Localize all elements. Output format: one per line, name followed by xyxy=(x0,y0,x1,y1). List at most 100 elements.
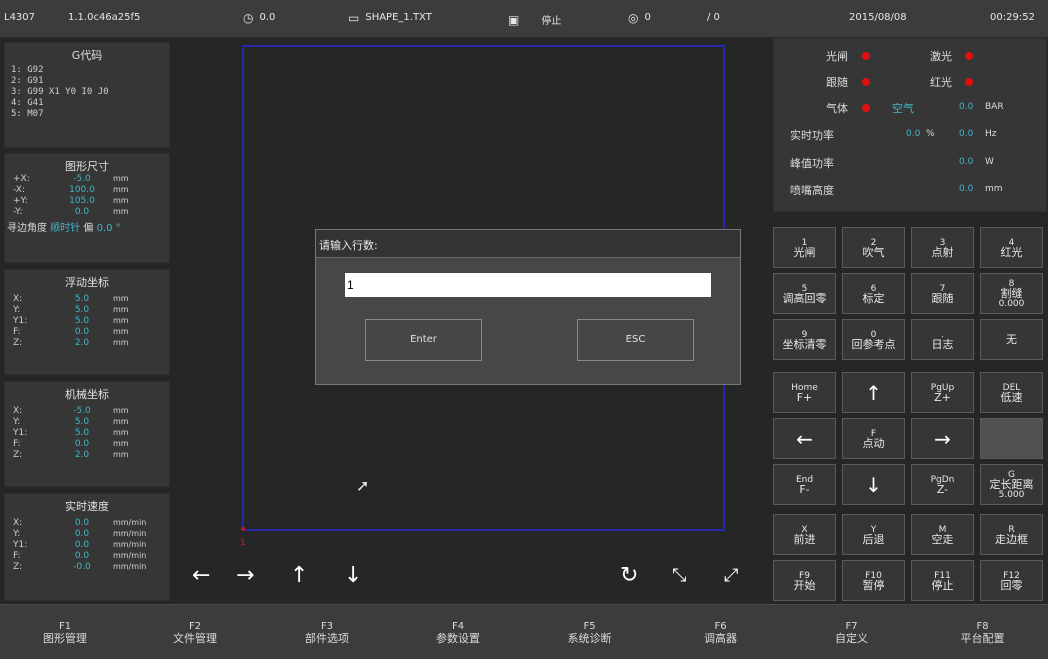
unit-label: mm xyxy=(113,316,129,325)
function-key-f1[interactable]: F1 图形管理 xyxy=(0,605,130,659)
esc-button[interactable]: ESC xyxy=(577,319,694,361)
peak-power-label: 峰值功率 xyxy=(790,157,834,170)
keypad-key[interactable]: 0 回参考点 xyxy=(842,319,905,360)
keypad-key[interactable]: 3 点射 xyxy=(911,227,974,268)
version-label: 1.1.0c46a25f5 xyxy=(68,12,141,23)
axis-value: 5.0 xyxy=(74,417,90,427)
follow-led xyxy=(862,78,870,86)
shutter-led xyxy=(862,52,870,60)
keypad-key[interactable]: 1 光闸 xyxy=(773,227,836,268)
keypad-key[interactable]: 6 标定 xyxy=(842,273,905,314)
keypad-key[interactable]: PgDn Z- xyxy=(911,464,974,505)
arrow-key[interactable]: ← xyxy=(773,418,836,459)
unit-label: mm xyxy=(113,294,129,303)
keypad-key[interactable]: . 日志 xyxy=(911,319,974,360)
keypad-key[interactable]: R 走边框 xyxy=(980,514,1043,555)
function-key-number: F4 xyxy=(451,620,465,632)
keypad-key[interactable]: Y 后退 xyxy=(842,514,905,555)
function-key-f6[interactable]: F6 调高器 xyxy=(655,605,786,659)
arrow-key[interactable]: → xyxy=(911,418,974,459)
key-label: F- xyxy=(799,482,810,496)
edge-angle-label: 寻边角度 xyxy=(7,223,47,234)
axis-label: X: xyxy=(13,294,23,304)
axis-value: 5.0 xyxy=(74,305,90,315)
axis-label: F: xyxy=(13,327,21,337)
axis-value: 0.0 xyxy=(74,540,90,550)
unit-label: mm xyxy=(113,185,129,194)
nozzle-height-unit: mm xyxy=(985,184,1003,194)
function-key-f2[interactable]: F2 文件管理 xyxy=(130,605,260,659)
axis-value: 2.0 xyxy=(74,338,90,348)
keypad-key[interactable]: G 定长距离 5.000 xyxy=(980,464,1043,505)
axis-label: Y: xyxy=(13,417,21,427)
unit-label: mm xyxy=(113,327,129,336)
keypad-key[interactable]: 无 xyxy=(980,319,1043,360)
keypad-key[interactable]: F12 回零 xyxy=(980,560,1043,601)
coord-row: Y1: 5.0 mm xyxy=(5,316,169,327)
keypad-key[interactable]: 7 跟随 xyxy=(911,273,974,314)
axis-label: Y1: xyxy=(13,316,28,326)
laser-label: 激光 xyxy=(930,50,952,63)
keypad-key[interactable]: F10 暂停 xyxy=(842,560,905,601)
keypad-key[interactable]: 5 调高回零 xyxy=(773,273,836,314)
coord-row: F: 0.0 mm/min xyxy=(5,551,169,562)
pan-right-button[interactable]: → xyxy=(236,565,254,587)
arrow-key[interactable]: ↓ xyxy=(842,464,905,505)
function-key-f7[interactable]: F7 自定义 xyxy=(786,605,917,659)
key-label: 坐标清零 xyxy=(782,337,827,351)
key-label: Z- xyxy=(936,482,949,496)
axis-label: F: xyxy=(13,439,21,449)
keypad-key[interactable]: X 前进 xyxy=(773,514,836,555)
function-key-f8[interactable]: F8 平台配置 xyxy=(917,605,1048,659)
keypad-key[interactable]: End F- xyxy=(773,464,836,505)
zoom-in-button[interactable]: ⤢ xyxy=(724,565,738,587)
keypad-key[interactable]: F11 停止 xyxy=(911,560,974,601)
keypad-key[interactable]: F 点动 xyxy=(842,418,905,459)
pan-up-button[interactable]: ↑ xyxy=(290,565,308,587)
keypad-key[interactable]: PgUp Z+ xyxy=(911,372,974,413)
keypad-key[interactable]: F9 开始 xyxy=(773,560,836,601)
keypad-key[interactable]: 2 吹气 xyxy=(842,227,905,268)
axis-label: Y: xyxy=(13,305,21,315)
axis-label: -X: xyxy=(13,185,25,195)
pan-left-button[interactable]: ← xyxy=(192,565,210,587)
keypad-key[interactable]: Home F+ xyxy=(773,372,836,413)
nozzle-height-label: 喷嘴高度 xyxy=(790,184,834,197)
enter-button[interactable]: Enter xyxy=(365,319,482,361)
pan-down-button[interactable]: ↓ xyxy=(344,565,362,587)
key-label: 调高回零 xyxy=(782,291,827,305)
axis-label: +X: xyxy=(13,174,30,184)
key-label: Z+ xyxy=(934,390,951,404)
key-label: 空走 xyxy=(931,532,954,546)
function-key-f4[interactable]: F4 参数设置 xyxy=(393,605,523,659)
gas-led xyxy=(862,104,870,112)
unit-label: mm xyxy=(113,338,129,347)
keypad-key[interactable]: DEL 低速 xyxy=(980,372,1043,413)
axis-label: Z: xyxy=(13,450,23,460)
gas-label: 气体 xyxy=(826,102,848,115)
coord-row: X: -5.0 mm xyxy=(5,406,169,417)
keypad-key[interactable]: M 空走 xyxy=(911,514,974,555)
speed-gauge-icon: ◷ xyxy=(243,10,254,25)
keypad-key[interactable]: 9 坐标清零 xyxy=(773,319,836,360)
keypad-key[interactable]: 4 红光 xyxy=(980,227,1043,268)
mouse-pointer-icon: ➚ xyxy=(356,476,370,495)
coord-row: Y: 0.0 mm/min xyxy=(5,529,169,540)
unit-label: mm/min xyxy=(113,540,147,549)
refresh-button[interactable]: ↻ xyxy=(620,565,638,587)
axis-value: 5.0 xyxy=(74,294,90,304)
arrow-key[interactable]: ↑ xyxy=(842,372,905,413)
axis-label: Y1: xyxy=(13,540,28,550)
keypad-key[interactable]: 8 割缝 0.000 xyxy=(980,273,1043,314)
key-label: 前进 xyxy=(793,532,816,546)
function-key-f3[interactable]: F3 部件选项 xyxy=(262,605,392,659)
function-key-f5[interactable]: F5 系统诊断 xyxy=(524,605,655,659)
key-label: 红光 xyxy=(1000,245,1023,259)
shutter-label: 光闸 xyxy=(826,50,848,63)
line-number-input[interactable] xyxy=(345,273,711,297)
zoom-out-button[interactable]: ⤡ xyxy=(672,565,686,587)
edge-direction[interactable]: 顺时针 xyxy=(50,223,80,234)
key-label: 标定 xyxy=(862,291,885,305)
function-key-label: 系统诊断 xyxy=(567,631,612,645)
coord-row: +Y: 105.0 mm xyxy=(5,196,169,207)
